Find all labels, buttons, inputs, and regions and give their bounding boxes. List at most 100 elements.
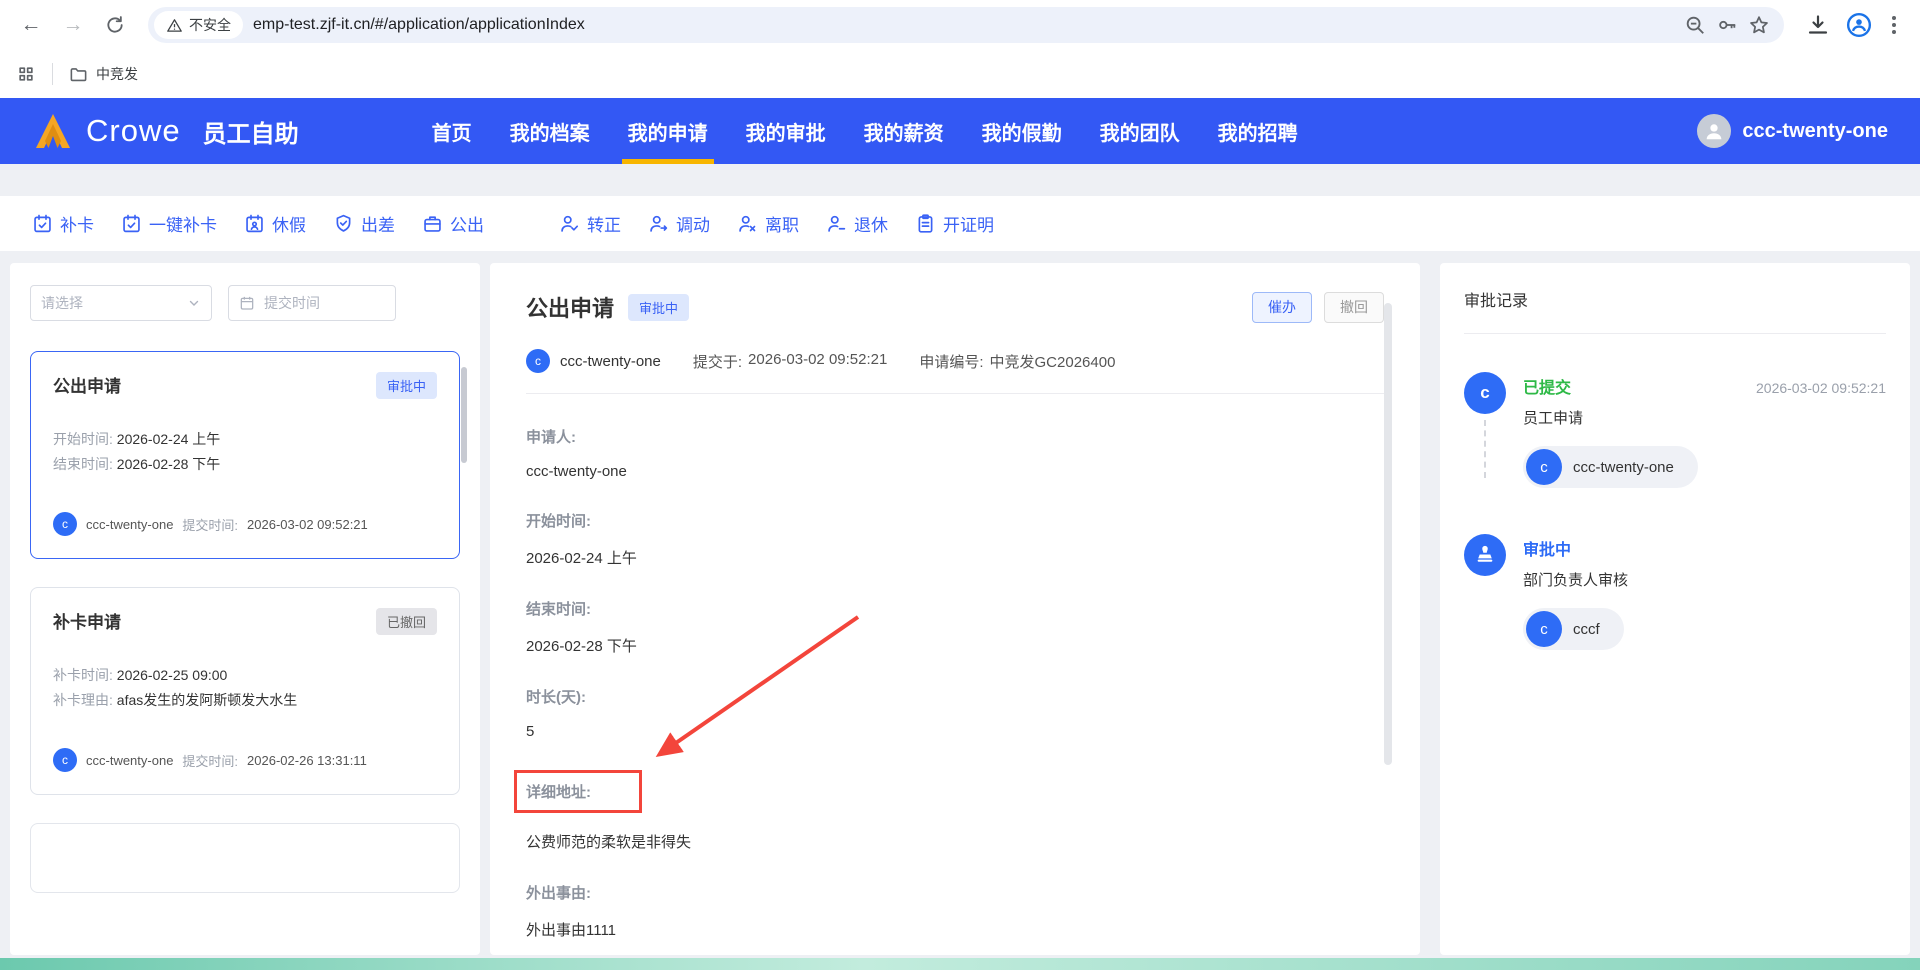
avatar: c	[53, 748, 77, 772]
nav-home[interactable]: 首页	[429, 98, 475, 164]
field-label: 时长(天):	[526, 689, 586, 706]
detail-header: 公出申请 审批中 催办 撤回	[526, 291, 1384, 323]
approval-timeline: c 已提交 2026-03-02 09:52:21 员工申请 c ccc-twe…	[1464, 372, 1886, 696]
app-logo[interactable]: Crowe 员工自助	[32, 112, 299, 150]
bookmarks-divider	[52, 63, 53, 85]
detail-title: 公出申请	[526, 296, 615, 321]
action-label: 一键补卡	[149, 216, 217, 235]
nav-my-applications[interactable]: 我的申请	[621, 98, 714, 164]
field-value: 2026-02-24 上午	[526, 550, 637, 567]
red-highlight-box: 详细地址:	[514, 770, 642, 813]
step-time: 2026-03-02 09:52:21	[1756, 380, 1886, 396]
action-label: 休假	[272, 216, 306, 235]
type-filter-select[interactable]: 请选择	[30, 285, 212, 321]
approver-name: ccc-twenty-one	[1573, 458, 1674, 476]
back-icon[interactable]: ←	[14, 8, 48, 42]
bookmark-star-icon[interactable]	[1748, 14, 1770, 36]
action-certificate[interactable]: 开证明	[915, 211, 994, 236]
approval-title: 审批记录	[1464, 293, 1529, 310]
nav-my-recruiting[interactable]: 我的招聘	[1215, 98, 1301, 164]
application-card-outing[interactable]: 公出申请 审批中 开始时间: 2026-02-24 上午 结束时间: 2026-…	[30, 351, 460, 559]
reload-icon[interactable]	[98, 8, 132, 42]
forward-icon[interactable]: →	[56, 8, 90, 42]
application-list-panel: 请选择 提交时间 公出申请 审批中 开始时间: 2026-02-24 上午 结束…	[10, 263, 480, 955]
apps-grid-icon[interactable]	[16, 64, 36, 84]
type-filter-placeholder: 请选择	[41, 295, 83, 311]
zoom-out-icon[interactable]	[1684, 14, 1706, 36]
application-card-partial[interactable]	[30, 823, 460, 893]
action-resignation[interactable]: 离职	[737, 211, 799, 236]
row-label: 补卡时间:	[53, 667, 113, 683]
action-label: 转正	[587, 216, 621, 235]
main-nav: 首页 我的档案 我的申请 我的审批 我的薪资 我的假勤 我的团队 我的招聘	[429, 98, 1301, 164]
person-icon	[828, 215, 846, 232]
step-status: 审批中	[1523, 542, 1572, 559]
field-label: 开始时间:	[526, 513, 591, 530]
action-business-trip[interactable]: 出差	[333, 211, 395, 236]
quick-toolbar: 补卡 一键补卡 休假 出差 公出 转正 调动 离职 退休 开证明	[0, 196, 1920, 251]
folder-icon	[70, 67, 87, 81]
action-label: 出差	[361, 216, 395, 235]
action-label: 离职	[765, 216, 799, 235]
card-title: 补卡申请	[53, 613, 121, 632]
action-transfer[interactable]: 调动	[648, 211, 710, 236]
urge-button[interactable]: 催办	[1252, 291, 1312, 323]
step-status: 已提交	[1523, 380, 1572, 397]
brand-name: Crowe	[86, 113, 181, 148]
card-title: 公出申请	[53, 377, 121, 396]
submit-time-filter[interactable]: 提交时间	[228, 285, 396, 321]
field-label: 外出事由:	[526, 885, 591, 902]
divider	[526, 393, 1384, 394]
chrome-actions	[1800, 12, 1906, 38]
action-label: 补卡	[60, 216, 94, 235]
approval-step-in-review: 审批中 部门负责人审核 c cccf	[1464, 534, 1886, 696]
submitted-time: 2026-03-02 09:52:21	[748, 350, 888, 368]
action-regularization[interactable]: 转正	[559, 211, 621, 236]
nav-my-team[interactable]: 我的团队	[1097, 98, 1183, 164]
timeline-connector	[1484, 420, 1486, 478]
address-bar[interactable]: 不安全 emp-test.zjf-it.cn/#/application/app…	[148, 7, 1784, 43]
submit-time-label: 提交时间:	[182, 753, 239, 769]
action-retirement[interactable]: 退休	[826, 211, 888, 236]
download-icon[interactable]	[1806, 13, 1830, 37]
row-value: 2026-02-28 下午	[116, 455, 221, 472]
submitter-row: c ccc-twenty-one 提交于: 2026-03-02 09:52:21…	[526, 349, 1384, 373]
person-leave-icon	[739, 215, 756, 232]
url-text[interactable]: emp-test.zjf-it.cn/#/application/applica…	[253, 16, 585, 34]
field-end-time: 结束时间: 2026-02-28 下午	[526, 598, 1384, 656]
list-filters: 请选择 提交时间	[30, 285, 460, 321]
application-card-replacement[interactable]: 补卡申请 已撤回 补卡时间: 2026-02-25 09:00 补卡理由: af…	[30, 587, 460, 795]
nav-my-profile[interactable]: 我的档案	[507, 98, 593, 164]
badge-check-icon	[336, 214, 351, 232]
row-value: afas发生的发阿斯顿发大水生	[116, 691, 298, 708]
user-avatar-icon	[1697, 114, 1732, 148]
main-scrollbar[interactable]	[1384, 303, 1392, 765]
approval-step-submitted: c 已提交 2026-03-02 09:52:21 员工申请 c ccc-twe…	[1464, 372, 1886, 534]
action-official-outing[interactable]: 公出	[422, 211, 484, 236]
avatar: c	[53, 512, 77, 536]
avatar: c	[1526, 449, 1562, 485]
nav-my-salary[interactable]: 我的薪资	[861, 98, 947, 164]
bookmark-folder[interactable]: 中竞发	[69, 64, 138, 84]
card-submitter: ccc-twenty-one	[86, 752, 174, 768]
user-menu[interactable]: ccc-twenty-one	[1697, 114, 1888, 148]
profile-icon[interactable]	[1846, 12, 1872, 38]
application-no: 中竞发GC2026400	[989, 353, 1116, 371]
nav-my-attendance[interactable]: 我的假勤	[979, 98, 1065, 164]
browser-toolbar: ← → 不安全 emp-test.zjf-it.cn/#/application…	[0, 0, 1920, 50]
withdraw-button[interactable]: 撤回	[1324, 291, 1384, 323]
card-footer: c ccc-twenty-one 提交时间: 2026-03-02 09:52:…	[53, 512, 437, 536]
status-badge: 已撤回	[375, 608, 437, 635]
browser-menu-icon[interactable]	[1888, 12, 1900, 38]
security-chip[interactable]: 不安全	[154, 11, 243, 39]
nav-my-approvals[interactable]: 我的审批	[743, 98, 829, 164]
sidebar-scrollbar[interactable]	[461, 367, 467, 463]
action-leave[interactable]: 休假	[244, 211, 306, 236]
action-one-click-card-replacement[interactable]: 一键补卡	[121, 211, 217, 236]
action-label: 开证明	[943, 216, 994, 235]
field-value: 2026-02-28 下午	[526, 638, 637, 655]
card-submitter: ccc-twenty-one	[86, 516, 174, 532]
key-icon[interactable]	[1716, 14, 1738, 36]
approver-pill: c cccf	[1523, 608, 1624, 650]
action-card-replacement[interactable]: 补卡	[32, 211, 94, 236]
